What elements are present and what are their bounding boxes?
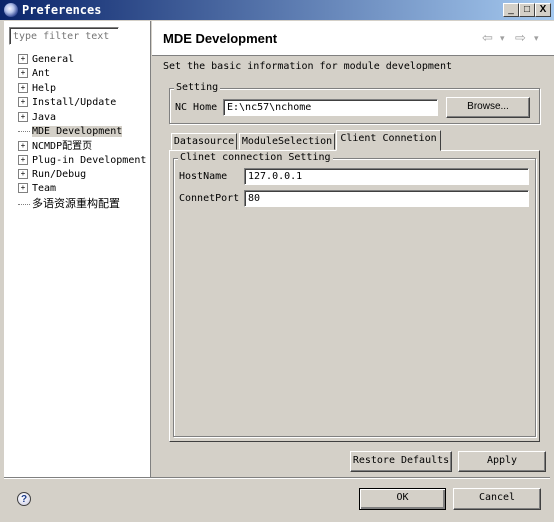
forward-menu-chevron-icon[interactable]: ▾ [534, 33, 539, 44]
page-description: Set the basic information for module dev… [163, 61, 452, 72]
expand-icon[interactable]: + [18, 83, 28, 93]
nc-home-field[interactable]: E:\nc57\nchome [223, 99, 438, 116]
tree-item-ncmdp[interactable]: + NCMDP配置页 [18, 140, 92, 154]
page-title: MDE Development [163, 31, 278, 46]
minimize-button[interactable]: _ [503, 3, 519, 17]
expand-icon[interactable]: + [18, 54, 28, 64]
tree-item-label: 多语资源重构配置 [32, 197, 120, 210]
tree-item-plugin-development[interactable]: + Plug-in Development [18, 154, 146, 168]
tree-item-label: Plug-in Development [32, 155, 147, 166]
tree-item-mde-development[interactable]: MDE Development [18, 125, 123, 139]
connect-port-field[interactable]: 80 [244, 190, 529, 207]
ok-button[interactable]: OK [359, 488, 446, 510]
tree-item-label: General [32, 54, 75, 65]
expand-icon[interactable]: + [18, 169, 28, 179]
tree-item-label: Install/Update [32, 97, 117, 108]
tab-client-connection[interactable]: Client Connetion [336, 130, 441, 151]
tab-datasource[interactable]: Datasource [171, 133, 237, 150]
nc-home-label: NC Home [175, 102, 218, 113]
tree-item-label: NCMDP配置页 [32, 141, 93, 152]
expand-icon[interactable]: + [18, 155, 28, 165]
tree-connector [18, 203, 30, 205]
tree-item-install-update[interactable]: + Install/Update [18, 96, 116, 110]
setting-group-legend: Setting [174, 82, 221, 93]
hostname-label: HostName [179, 171, 228, 182]
apply-button[interactable]: Apply [458, 451, 546, 472]
window-title: Preferences [22, 3, 102, 17]
tree-item-label: Ant [32, 68, 51, 79]
tree-item-multilang-refactor[interactable]: 多语资源重构配置 [18, 197, 120, 211]
tree-item-general[interactable]: + General [18, 53, 74, 67]
expand-icon[interactable]: + [18, 183, 28, 193]
tree-item-label: Team [32, 183, 57, 194]
expand-icon[interactable]: + [18, 141, 28, 151]
filter-input[interactable] [9, 27, 119, 45]
ok-label: OK [396, 492, 409, 503]
help-icon[interactable]: ? [17, 492, 31, 506]
tree-connector [18, 130, 30, 132]
close-button[interactable]: X [535, 3, 551, 17]
tree-item-label: Java [32, 112, 57, 123]
connect-port-label: ConnetPort [179, 193, 240, 204]
tree-item-label: Run/Debug [32, 169, 87, 180]
maximize-button[interactable]: □ [519, 3, 535, 17]
restore-defaults-button[interactable]: Restore Defaults [350, 451, 452, 472]
tree-item-label: MDE Development [32, 126, 123, 137]
eclipse-app-icon [4, 3, 18, 17]
restore-defaults-label: Restore Defaults [352, 455, 450, 466]
tree-item-help[interactable]: + Help [18, 82, 56, 96]
cancel-label: Cancel [478, 492, 516, 503]
forward-arrow-icon[interactable]: ⇨ [515, 30, 526, 46]
tree-item-label: Help [32, 83, 57, 94]
tree-item-run-debug[interactable]: + Run/Debug [18, 168, 86, 182]
back-menu-chevron-icon[interactable]: ▾ [500, 33, 505, 44]
expand-icon[interactable]: + [18, 97, 28, 107]
footer-separator [4, 477, 550, 479]
browse-button-label: Browse... [467, 101, 509, 112]
tree-item-ant[interactable]: + Ant [18, 67, 50, 81]
expand-icon[interactable]: + [18, 68, 28, 78]
client-connection-group-legend: Clinet connection Setting [178, 152, 333, 163]
tree-item-team[interactable]: + Team [18, 182, 56, 196]
back-arrow-icon[interactable]: ⇦ [482, 30, 493, 46]
hostname-field[interactable]: 127.0.0.1 [244, 168, 529, 185]
browse-button[interactable]: Browse... [446, 97, 530, 118]
tab-module-selection[interactable]: ModuleSelection [239, 133, 335, 150]
expand-icon[interactable]: + [18, 112, 28, 122]
cancel-button[interactable]: Cancel [453, 488, 541, 510]
apply-label: Apply [486, 455, 518, 466]
tree-item-java[interactable]: + Java [18, 111, 56, 125]
